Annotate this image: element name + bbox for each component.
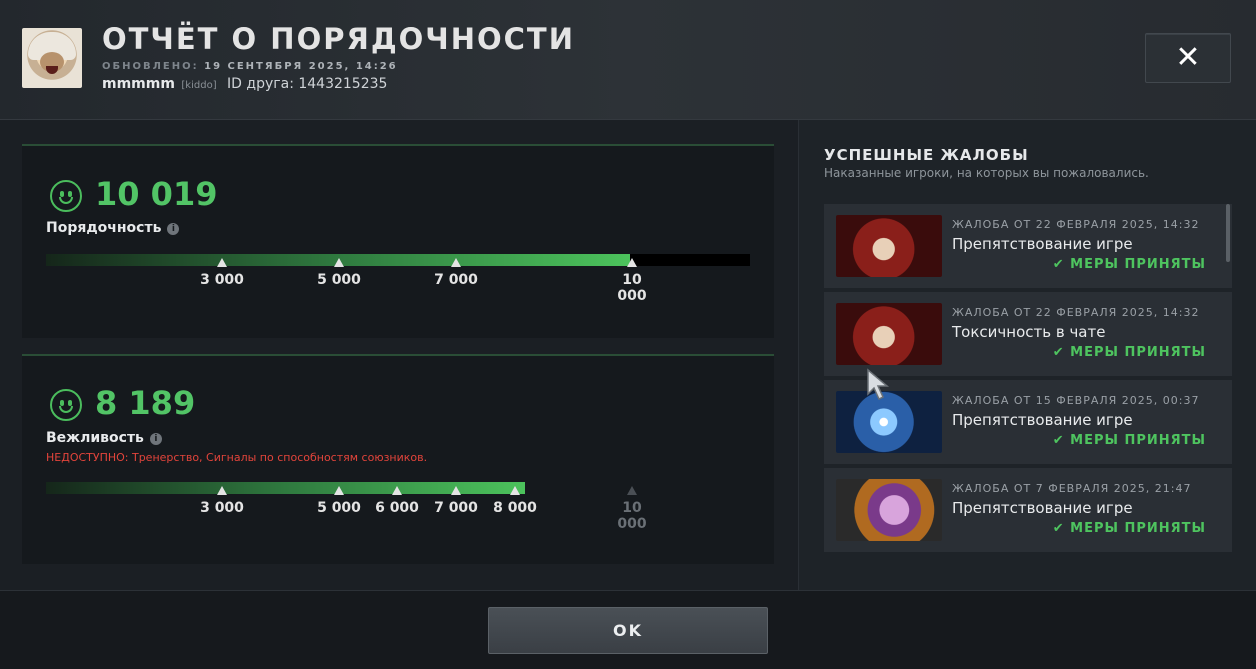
tick-label: 3 000 xyxy=(200,272,244,288)
updated-value: 19 СЕНТЯБРЯ 2025, 14:26 xyxy=(204,61,398,72)
check-icon: ✔ xyxy=(1052,521,1071,536)
report-date: ЖАЛОБА ОТ 7 ФЕВРАЛЯ 2025, 21:47 xyxy=(952,482,1192,495)
report-date: ЖАЛОБА ОТ 22 ФЕВРАЛЯ 2025, 14:32 xyxy=(952,218,1200,231)
info-icon[interactable]: i xyxy=(167,223,180,235)
tick-label: 6 000 xyxy=(375,500,419,516)
politeness-panel: 8 189 Вежливость i НЕДОСТУПНО: Тренерство… xyxy=(22,354,774,564)
tick-label: 7 000 xyxy=(434,272,478,288)
page-title: ОТЧЁТ О ПОРЯДОЧНОСТИ xyxy=(102,22,575,56)
hero-thumbnail xyxy=(836,479,942,541)
user-line: mmmmm [kiddo] ID друга: 1443215235 xyxy=(102,76,387,92)
close-button[interactable]: ✕ xyxy=(1145,33,1231,83)
ok-button[interactable]: OK xyxy=(488,607,768,654)
tick-marker-icon xyxy=(451,258,461,267)
reports-title: УСПЕШНЫЕ ЖАЛОБЫ xyxy=(824,146,1029,164)
close-icon: ✕ xyxy=(1175,40,1201,75)
report-status: ✔ МЕРЫ ПРИНЯТЫ xyxy=(1052,433,1206,448)
tick-marker-icon xyxy=(451,486,461,495)
hero-thumbnail xyxy=(836,215,942,277)
footer: OK xyxy=(0,590,1256,669)
tick-marker-icon xyxy=(627,258,637,267)
tick-label: 10 000 xyxy=(617,500,647,532)
conduct-label: Порядочность i xyxy=(46,220,180,236)
ok-button-label: OK xyxy=(613,621,643,640)
tick-label: 7 000 xyxy=(434,500,478,516)
report-reason: Токсичность в чате xyxy=(952,323,1106,341)
tick-marker-icon xyxy=(627,486,637,495)
user-tag: [kiddo] xyxy=(181,80,217,91)
tick-marker-icon xyxy=(334,486,344,495)
tick-label: 5 000 xyxy=(317,272,361,288)
report-status: ✔ МЕРЫ ПРИНЯТЫ xyxy=(1052,257,1206,272)
scrollbar[interactable] xyxy=(1226,204,1230,262)
updated-line: ОБНОВЛЕНО: 19 СЕНТЯБРЯ 2025, 14:26 xyxy=(102,61,398,72)
report-status: ✔ МЕРЫ ПРИНЯТЫ xyxy=(1052,345,1206,360)
tick-marker-icon xyxy=(334,258,344,267)
hero-thumbnail xyxy=(836,303,942,365)
info-icon[interactable]: i xyxy=(149,433,162,445)
tick-marker-icon xyxy=(510,486,520,495)
unavailable-notice: НЕДОСТУПНО: Тренерство, Сигналы по спосо… xyxy=(46,451,428,464)
politeness-score: 8 189 xyxy=(95,384,196,422)
reports-subtitle: Наказанные игроки, на которых вы пожалов… xyxy=(824,166,1149,180)
smiley-icon xyxy=(50,180,82,212)
check-icon: ✔ xyxy=(1052,345,1071,360)
tick-marker-icon xyxy=(217,486,227,495)
tick-label: 3 000 xyxy=(200,500,244,516)
report-reason: Препятствование игре xyxy=(952,411,1133,429)
header: ОТЧЁТ О ПОРЯДОЧНОСТИ ОБНОВЛЕНО: 19 СЕНТЯ… xyxy=(0,0,1256,120)
report-item[interactable]: ЖАЛОБА ОТ 7 ФЕВРАЛЯ 2025, 21:47 Препятств… xyxy=(824,468,1232,552)
tick-label: 10 000 xyxy=(617,272,647,304)
politeness-label-text: Вежливость xyxy=(46,430,144,446)
conduct-panel: 10 019 Порядочность i 3 000 5 000 7 000 10 0… xyxy=(22,144,774,338)
report-date: ЖАЛОБА ОТ 22 ФЕВРАЛЯ 2025, 14:32 xyxy=(952,306,1200,319)
avatar xyxy=(22,28,82,88)
tick-marker-icon xyxy=(217,258,227,267)
check-icon: ✔ xyxy=(1052,257,1071,272)
report-reason: Препятствование игре xyxy=(952,235,1133,253)
report-item[interactable]: ЖАЛОБА ОТ 22 ФЕВРАЛЯ 2025, 14:32 Токсично… xyxy=(824,292,1232,376)
conduct-label-text: Порядочность xyxy=(46,220,162,236)
tick-label: 5 000 xyxy=(317,500,361,516)
tick-marker-icon xyxy=(392,486,402,495)
report-item[interactable]: ЖАЛОБА ОТ 22 ФЕВРАЛЯ 2025, 14:32 Препятст… xyxy=(824,204,1232,288)
mouse-cursor-icon xyxy=(867,368,890,401)
tick-label: 8 000 xyxy=(493,500,537,516)
username: mmmmm xyxy=(102,76,175,92)
report-date: ЖАЛОБА ОТ 15 ФЕВРАЛЯ 2025, 00:37 xyxy=(952,394,1200,407)
conduct-score: 10 019 xyxy=(95,175,218,213)
politeness-label: Вежливость i xyxy=(46,430,162,446)
updated-label: ОБНОВЛЕНО: xyxy=(102,61,199,72)
smiley-icon xyxy=(50,389,82,421)
conduct-progress-bar xyxy=(46,254,750,266)
check-icon: ✔ xyxy=(1052,433,1071,448)
report-reason: Препятствование игре xyxy=(952,499,1133,517)
report-status: ✔ МЕРЫ ПРИНЯТЫ xyxy=(1052,521,1206,536)
friend-id: ID друга: 1443215235 xyxy=(227,76,388,92)
reports-panel: УСПЕШНЫЕ ЖАЛОБЫ Наказанные игроки, на ко… xyxy=(798,120,1256,590)
